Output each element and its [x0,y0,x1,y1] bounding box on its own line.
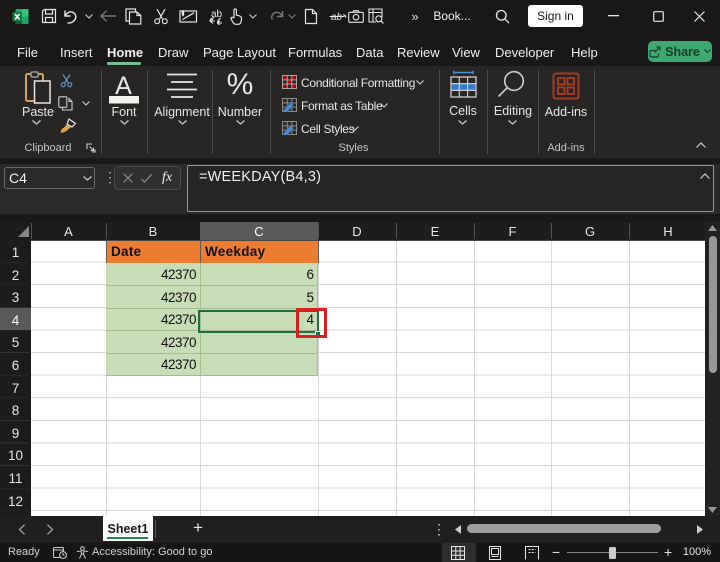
svg-text:ab: ab [331,12,343,23]
svg-text:A: A [115,72,132,100]
